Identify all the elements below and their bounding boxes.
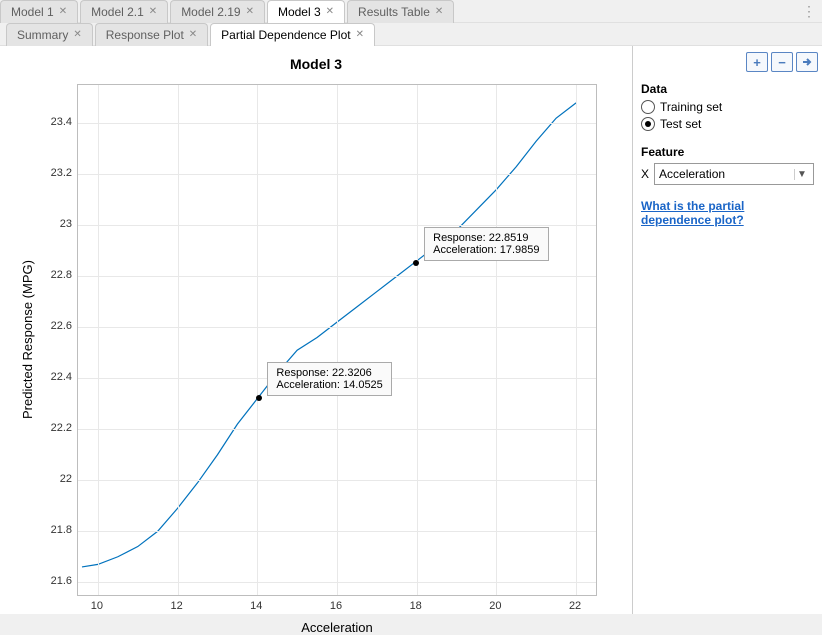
y-tick-label: 22.2 bbox=[22, 422, 72, 434]
sub-tab-strip: Summary✕Response Plot✕Partial Dependence… bbox=[0, 23, 822, 46]
chart-axes[interactable]: Response: 22.3206Acceleration: 14.0525Re… bbox=[77, 84, 597, 596]
chart-pane: Model 3 Predicted Response (MPG) Acceler… bbox=[0, 46, 632, 614]
top-tab[interactable]: Model 2.19 ✕ bbox=[170, 0, 265, 23]
tab-label: Model 1 bbox=[11, 5, 54, 19]
close-icon[interactable]: ✕ bbox=[59, 7, 67, 17]
y-tick-label: 22.8 bbox=[22, 269, 72, 281]
x-tick-label: 10 bbox=[91, 600, 103, 612]
close-icon[interactable]: ✕ bbox=[246, 7, 254, 17]
close-icon[interactable]: ✕ bbox=[149, 7, 157, 17]
x-tick-label: 18 bbox=[410, 600, 422, 612]
feature-select-value: Acceleration bbox=[659, 167, 725, 181]
data-section-header: Data bbox=[641, 82, 814, 96]
radio-icon bbox=[641, 117, 655, 131]
remove-panel-button[interactable]: − bbox=[771, 52, 793, 72]
feature-selector-row: X Acceleration ▼ bbox=[641, 163, 814, 185]
tab-label: Summary bbox=[17, 28, 68, 42]
feature-prefix: X bbox=[641, 167, 649, 181]
top-tab[interactable]: Model 3 ✕ bbox=[267, 0, 345, 23]
y-tick-label: 22 bbox=[22, 473, 72, 485]
top-tab[interactable]: Model 2.1 ✕ bbox=[80, 0, 168, 23]
close-icon[interactable]: ✕ bbox=[73, 30, 81, 40]
add-panel-button[interactable]: + bbox=[746, 52, 768, 72]
sub-tab[interactable]: Summary ✕ bbox=[6, 23, 93, 46]
tab-label: Response Plot bbox=[106, 28, 184, 42]
close-icon[interactable]: ✕ bbox=[356, 30, 364, 40]
content-area: Model 3 Predicted Response (MPG) Acceler… bbox=[0, 46, 822, 614]
tab-label: Results Table bbox=[358, 5, 430, 19]
y-tick-label: 22.6 bbox=[22, 320, 72, 332]
radio-label: Training set bbox=[660, 100, 722, 114]
close-icon[interactable]: ✕ bbox=[435, 7, 443, 17]
feature-select[interactable]: Acceleration ▼ bbox=[654, 163, 814, 185]
radio-test-set[interactable]: Test set bbox=[641, 117, 814, 131]
sub-tab[interactable]: Response Plot ✕ bbox=[95, 23, 208, 46]
tab-label: Model 2.19 bbox=[181, 5, 240, 19]
radio-icon bbox=[641, 100, 655, 114]
x-tick-label: 14 bbox=[250, 600, 262, 612]
panel-toolbar: + − bbox=[746, 52, 818, 72]
x-tick-label: 20 bbox=[489, 600, 501, 612]
x-tick-label: 12 bbox=[170, 600, 182, 612]
help-link[interactable]: What is the partial dependence plot? bbox=[641, 199, 814, 227]
y-tick-label: 22.4 bbox=[22, 371, 72, 383]
y-tick-label: 21.8 bbox=[22, 524, 72, 536]
radio-label: Test set bbox=[660, 117, 701, 131]
kebab-icon[interactable]: ⋮ bbox=[802, 3, 816, 20]
datatip-marker[interactable] bbox=[256, 395, 262, 401]
x-tick-label: 22 bbox=[569, 600, 581, 612]
tab-label: Partial Dependence Plot bbox=[221, 28, 350, 42]
chart-title: Model 3 bbox=[0, 56, 632, 72]
line-series[interactable] bbox=[82, 103, 576, 567]
close-icon[interactable]: ✕ bbox=[189, 30, 197, 40]
y-tick-label: 23.2 bbox=[22, 167, 72, 179]
tab-label: Model 2.1 bbox=[91, 5, 144, 19]
top-tab[interactable]: Results Table ✕ bbox=[347, 0, 454, 23]
top-tab-strip: Model 1✕Model 2.1✕Model 2.19✕Model 3✕Res… bbox=[0, 0, 822, 23]
y-tick-label: 23 bbox=[22, 218, 72, 230]
y-axis-label: Predicted Response (MPG) bbox=[20, 84, 35, 596]
chevron-down-icon: ▼ bbox=[794, 169, 809, 180]
feature-section-header: Feature bbox=[641, 145, 814, 159]
datatip-marker[interactable] bbox=[413, 260, 419, 266]
export-button[interactable] bbox=[796, 52, 818, 72]
x-axis-label: Acceleration bbox=[77, 620, 597, 635]
y-tick-label: 23.4 bbox=[22, 116, 72, 128]
top-tab[interactable]: Model 1 ✕ bbox=[0, 0, 78, 23]
sub-tab[interactable]: Partial Dependence Plot ✕ bbox=[210, 23, 375, 46]
x-tick-label: 16 bbox=[330, 600, 342, 612]
tab-label: Model 3 bbox=[278, 5, 321, 19]
close-icon[interactable]: ✕ bbox=[326, 7, 334, 17]
radio-training-set[interactable]: Training set bbox=[641, 100, 814, 114]
side-panel: + − Data Training set Test set Feature X… bbox=[632, 46, 822, 614]
y-tick-label: 21.6 bbox=[22, 575, 72, 587]
